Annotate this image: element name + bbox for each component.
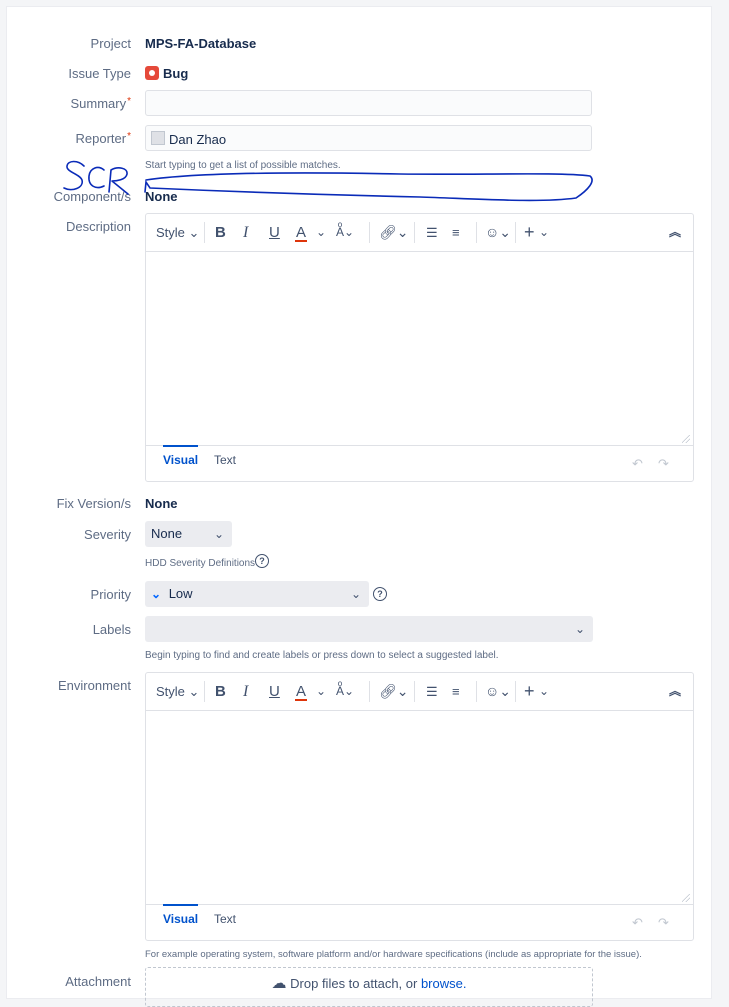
- drop-text: Drop files to attach, or: [290, 976, 421, 991]
- chevron-down-icon: ⌄: [574, 622, 585, 636]
- redo-icon[interactable]: ↷: [658, 456, 669, 472]
- style-dropdown[interactable]: Style ⌄: [156, 673, 199, 710]
- toolbar-divider: [369, 222, 370, 243]
- tab-text[interactable]: Text: [214, 447, 236, 473]
- resize-handle-icon[interactable]: [682, 894, 690, 902]
- tab-text[interactable]: Text: [214, 906, 236, 932]
- severity-value: None: [151, 526, 183, 541]
- description-textarea[interactable]: [146, 251, 693, 446]
- environment-textarea[interactable]: [146, 710, 693, 905]
- summary-label: Summary*: [70, 96, 131, 111]
- labels-hint: Begin typing to find and create labels o…: [145, 650, 499, 661]
- issue-type-value: Bug: [163, 66, 189, 81]
- numbered-list-icon[interactable]: ≡: [452, 214, 460, 251]
- issue-type-label: Issue Type: [68, 66, 131, 81]
- fix-versions-value: None: [145, 496, 178, 511]
- insert-chevron-icon[interactable]: ⌄: [539, 214, 549, 251]
- required-marker: *: [127, 131, 131, 142]
- priority-value: Low: [168, 586, 193, 601]
- redo-icon[interactable]: ↷: [658, 915, 669, 931]
- priority-label: Priority: [90, 587, 131, 602]
- reporter-value: Dan Zhao: [169, 132, 227, 147]
- toolbar-divider: [476, 681, 477, 702]
- insert-chevron-icon[interactable]: ⌄: [539, 673, 549, 710]
- style-dropdown[interactable]: Style ⌄: [156, 214, 199, 251]
- undo-icon[interactable]: ↶: [632, 915, 643, 931]
- priority-select[interactable]: ⌄ Low ⌄: [145, 581, 369, 607]
- more-formatting-icon[interactable]: Aͦ⌄: [336, 673, 354, 710]
- text-color-button[interactable]: A: [295, 673, 308, 710]
- italic-button[interactable]: I: [243, 214, 248, 251]
- environment-hint: For example operating system, software p…: [145, 949, 642, 960]
- required-marker: *: [127, 96, 131, 107]
- insert-plus-icon[interactable]: +: [524, 673, 535, 710]
- link-icon[interactable]: 🔗︎⌄: [379, 214, 409, 251]
- italic-button[interactable]: I: [243, 673, 248, 710]
- project-value: MPS-FA-Database: [145, 36, 257, 51]
- summary-input[interactable]: [145, 90, 592, 116]
- bold-button[interactable]: B: [215, 214, 226, 251]
- components-label: Component/s: [53, 189, 131, 204]
- toolbar-divider: [414, 222, 415, 243]
- emoji-icon[interactable]: ☺⌄: [485, 673, 511, 710]
- description-editor: Style ⌄ B I U A ⌄ Aͦ⌄ 🔗︎⌄ ☰ ≡ ☺⌄ + ⌄ ︽ V…: [145, 213, 694, 482]
- collapse-toolbar-icon[interactable]: ︽: [669, 673, 681, 710]
- editor-mode-tabs: Visual Text ↶ ↷: [146, 445, 693, 481]
- resize-handle-icon[interactable]: [682, 435, 690, 443]
- link-icon[interactable]: 🔗︎⌄: [379, 673, 409, 710]
- avatar: [151, 131, 165, 145]
- toolbar-divider: [515, 222, 516, 243]
- tab-visual[interactable]: Visual: [163, 445, 199, 473]
- editor-toolbar: Style ⌄ B I U A ⌄ Aͦ⌄ 🔗︎⌄ ☰ ≡ ☺⌄ + ⌄ ︽: [146, 673, 693, 711]
- numbered-list-icon[interactable]: ≡: [452, 673, 460, 710]
- emoji-icon[interactable]: ☺⌄: [485, 214, 511, 251]
- fix-versions-label: Fix Version/s: [56, 496, 131, 511]
- attachment-dropzone[interactable]: ☁ Drop files to attach, or browse.: [145, 967, 593, 1007]
- text-color-chevron-icon[interactable]: ⌄: [316, 214, 326, 251]
- toolbar-divider: [515, 681, 516, 702]
- editor-mode-tabs: Visual Text ↶ ↷: [146, 904, 693, 940]
- bullet-list-icon[interactable]: ☰: [426, 673, 438, 710]
- description-label: Description: [65, 219, 131, 234]
- toolbar-divider: [476, 222, 477, 243]
- editor-toolbar: Style ⌄ B I U A ⌄ Aͦ⌄ 🔗︎⌄ ☰ ≡ ☺⌄ + ⌄ ︽: [146, 214, 693, 252]
- environment-editor: Style ⌄ B I U A ⌄ Aͦ⌄ 🔗︎⌄ ☰ ≡ ☺⌄ + ⌄ ︽ V…: [145, 672, 694, 941]
- severity-hint: HDD Severity Definitions: [145, 558, 256, 569]
- reporter-hint: Start typing to get a list of possible m…: [145, 160, 341, 171]
- project-label: Project: [90, 36, 131, 51]
- severity-select[interactable]: None ⌄: [145, 521, 232, 547]
- bold-button[interactable]: B: [215, 673, 226, 710]
- chevron-down-icon: ⌄: [350, 587, 361, 601]
- reporter-label: Reporter*: [75, 131, 131, 146]
- text-color-chevron-icon[interactable]: ⌄: [316, 673, 326, 710]
- insert-plus-icon[interactable]: +: [524, 214, 535, 251]
- environment-label: Environment: [58, 678, 131, 693]
- attachment-label: Attachment: [65, 974, 131, 989]
- undo-icon[interactable]: ↶: [632, 456, 643, 472]
- components-value: None: [145, 189, 178, 204]
- labels-select[interactable]: ⌄: [145, 616, 593, 642]
- collapse-toolbar-icon[interactable]: ︽: [669, 214, 681, 251]
- browse-link[interactable]: browse.: [421, 976, 467, 991]
- help-icon[interactable]: ?: [255, 554, 269, 568]
- text-color-button[interactable]: A: [295, 214, 308, 251]
- priority-low-icon: ⌄: [151, 587, 162, 601]
- severity-label: Severity: [84, 527, 131, 542]
- toolbar-divider: [369, 681, 370, 702]
- reporter-input[interactable]: Dan Zhao: [145, 125, 592, 151]
- labels-label: Labels: [92, 622, 131, 637]
- chevron-down-icon: ⌄: [213, 527, 224, 541]
- bug-icon: [145, 66, 159, 80]
- underline-button[interactable]: U: [269, 214, 280, 251]
- underline-button[interactable]: U: [269, 673, 280, 710]
- toolbar-divider: [204, 222, 205, 243]
- upload-cloud-icon: ☁: [271, 975, 287, 992]
- toolbar-divider: [204, 681, 205, 702]
- toolbar-divider: [414, 681, 415, 702]
- bullet-list-icon[interactable]: ☰: [426, 214, 438, 251]
- tab-visual[interactable]: Visual: [163, 904, 199, 932]
- more-formatting-icon[interactable]: Aͦ⌄: [336, 214, 354, 251]
- help-icon[interactable]: ?: [373, 587, 387, 601]
